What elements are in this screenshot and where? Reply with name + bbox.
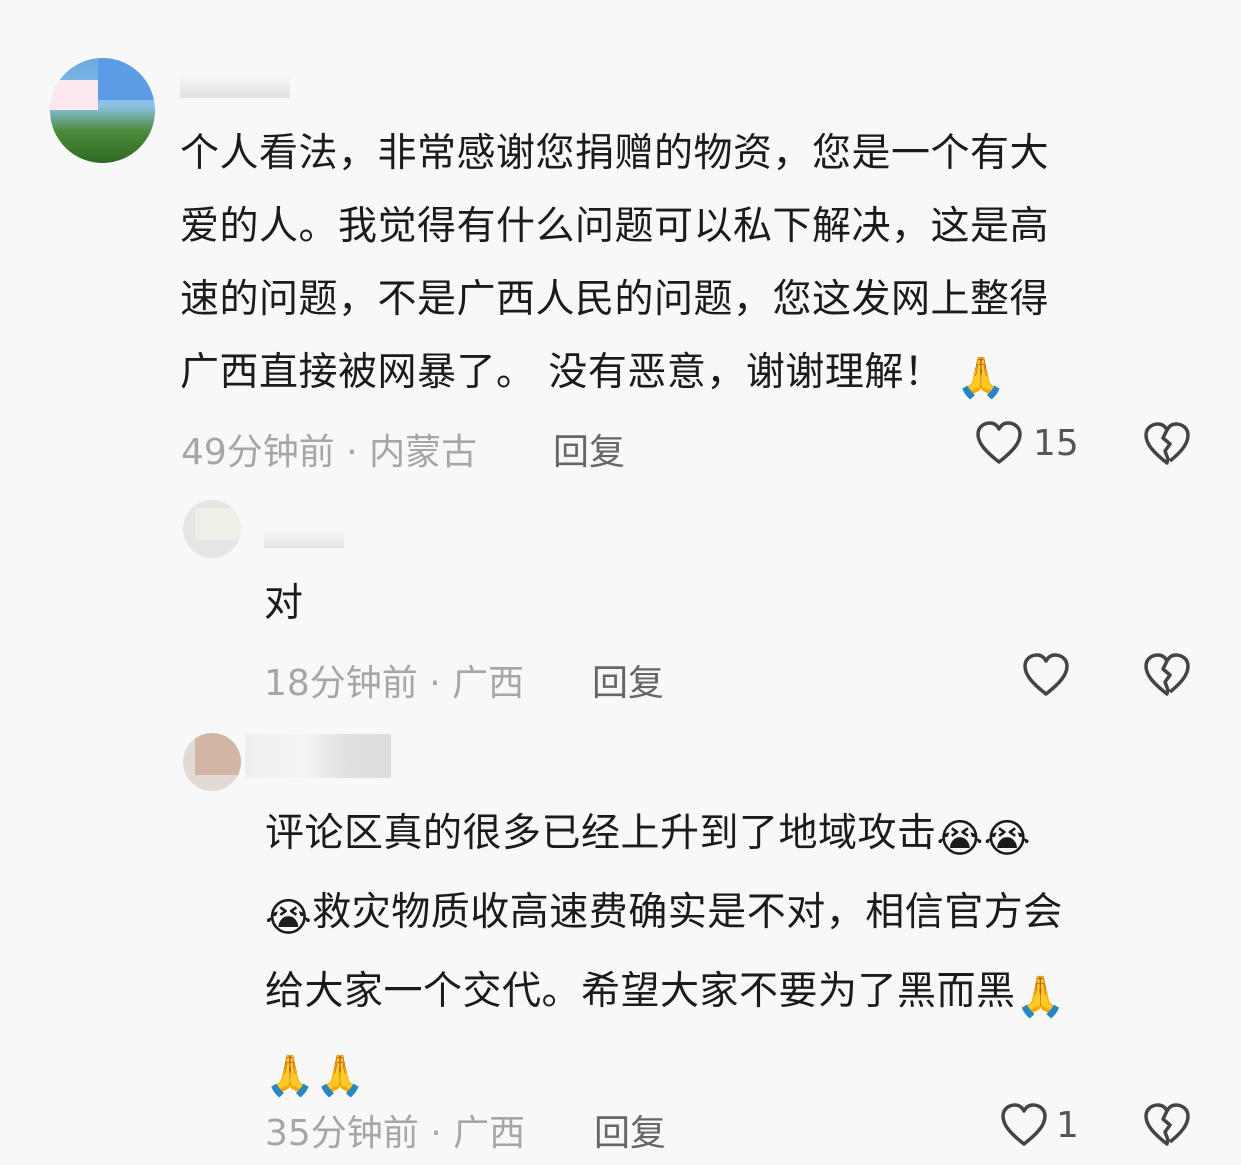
reply-button[interactable]: 回复 — [594, 1104, 666, 1156]
pray-emoji: 🙏🙏 — [265, 1053, 366, 1099]
comment-text: 对 — [264, 581, 304, 626]
reply-button[interactable]: 回复 — [592, 654, 664, 706]
crying-emoji: 😭😭 — [936, 816, 1031, 862]
comment-meta: 49分钟前 · 内蒙古 — [181, 432, 478, 473]
comment-text: 个人看法，非常感谢您捐赠的物资，您是一个有大 爱的人。我觉得有什么问题可以私下解… — [180, 117, 1190, 415]
like-button[interactable]: 1 — [1000, 1102, 1079, 1148]
dislike-button[interactable] — [1143, 421, 1191, 467]
heart-outline-icon — [1022, 652, 1070, 698]
like-count: 1 — [1056, 1104, 1079, 1146]
username-redacted — [264, 530, 344, 548]
pray-emoji: 🙏 — [1015, 974, 1066, 1020]
username-redacted — [180, 74, 290, 98]
comment-text: 评论区真的很多已经上升到了地域攻击😭😭 😭救灾物质收高速费确实是不对，相信官方会… — [265, 797, 1195, 1113]
like-button[interactable]: 15 — [975, 420, 1079, 466]
comment-meta: 18分钟前 · 广西 — [264, 663, 525, 704]
broken-heart-icon — [1143, 652, 1191, 698]
avatar[interactable] — [183, 733, 241, 791]
comment-meta: 35分钟前 · 广西 — [265, 1113, 526, 1154]
username-redacted — [245, 734, 391, 778]
avatar[interactable] — [50, 58, 155, 163]
heart-outline-icon — [1000, 1102, 1048, 1148]
reply-button[interactable]: 回复 — [553, 423, 625, 475]
like-button[interactable] — [1022, 652, 1070, 698]
like-count: 15 — [1033, 422, 1079, 464]
crying-emoji: 😭 — [265, 895, 313, 941]
broken-heart-icon — [1143, 1102, 1191, 1148]
dislike-button[interactable] — [1143, 652, 1191, 698]
pray-emoji: 🙏 — [956, 355, 1007, 401]
dislike-button[interactable] — [1143, 1102, 1191, 1148]
avatar[interactable] — [183, 500, 241, 558]
broken-heart-icon — [1143, 421, 1191, 467]
heart-outline-icon — [975, 420, 1023, 466]
